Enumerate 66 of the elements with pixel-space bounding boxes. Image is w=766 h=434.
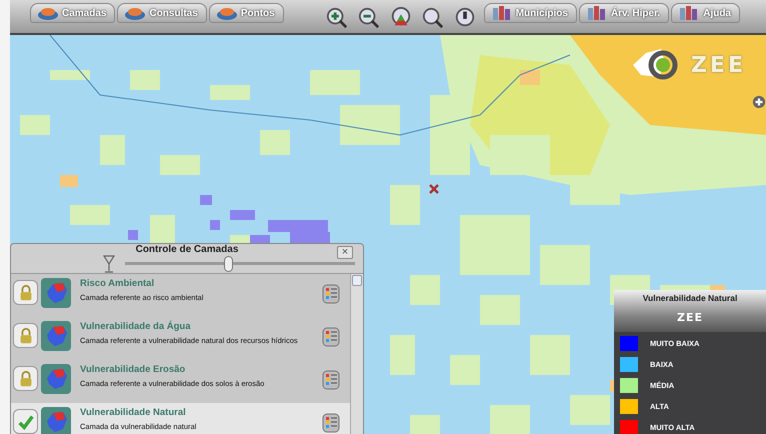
zoom-in-icon[interactable] [326,7,348,29]
map-cell [230,210,255,220]
map-cell [530,335,570,375]
legend-icon[interactable] [322,413,340,433]
add-layer-icon[interactable] [752,95,766,109]
layers-icon [216,5,238,21]
map-cell [450,355,480,385]
visibility-toggle[interactable] [13,280,38,305]
visibility-toggle[interactable] [13,323,38,348]
menu-tab[interactable]: Pontos [208,3,284,23]
layer-name: Vulnerabilidade Natural [80,407,187,418]
map-cell [210,85,250,100]
map-cell [128,230,138,240]
menu-tab[interactable]: Municípios [484,3,577,23]
map-cell [410,415,440,434]
map-cell [390,185,420,225]
logo-text: ZEE [690,52,746,78]
search-icon[interactable] [422,7,444,29]
map-cell [410,275,440,305]
visibility-toggle[interactable] [13,409,38,434]
layers-icon [124,5,146,21]
close-button[interactable]: × [337,246,353,259]
slider-thumb[interactable] [224,256,232,272]
layer-name: Vulnerabilidade da Água [80,321,192,332]
map-cell [390,335,415,375]
map-cell [310,70,360,95]
legend-logo-text: ZEE [676,311,703,324]
legend-icon[interactable] [322,370,340,390]
map-cell [70,205,110,225]
map-cell [130,70,160,90]
menu-tab[interactable]: Camadas [30,3,116,23]
menu-tab[interactable]: Consultas [117,3,207,23]
info-icon[interactable] [454,7,476,29]
legend-title: Vulnerabilidade Natural [642,293,738,303]
zoom-out-icon[interactable] [358,7,380,29]
map-cell [480,295,520,325]
panel-title: Controle de Camadas [136,244,238,255]
map-cell [20,115,50,135]
map-cell [340,105,400,145]
map-cell [210,220,220,230]
map-cell [570,395,610,425]
map-cell [490,405,530,434]
map-cell [160,155,200,175]
map-cell [490,135,550,175]
layers-icon [37,5,59,21]
legend-icon[interactable] [322,284,340,304]
map-cell [540,245,590,285]
map-cell [520,70,540,85]
map-cell [100,135,125,165]
map-cell [460,215,530,275]
menu-tab[interactable]: Árv. Hiper. [578,3,670,23]
scroll-up-icon[interactable] [352,275,362,286]
opacity-icon [103,255,115,273]
visibility-toggle[interactable] [13,366,38,391]
map-cell [50,70,90,80]
map-cell [60,175,78,187]
menu-icon-drawing [490,5,513,21]
layer-name: Risco Ambiental [80,278,156,289]
map-cell [200,195,212,205]
legend-icon[interactable] [322,327,340,347]
close-marker-icon[interactable] [428,184,440,194]
layer-name: Vulnerabilidade Erosão [80,364,186,375]
menu-icon-drawing [586,5,608,21]
map-cell [268,220,328,232]
check-icon [16,412,34,430]
map-cell [260,130,290,155]
